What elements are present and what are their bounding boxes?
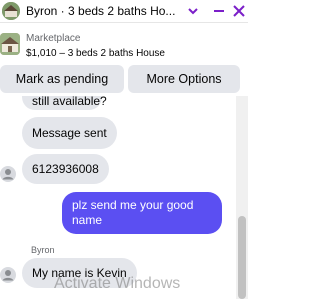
sender-name: Byron xyxy=(31,245,55,255)
marketplace-label: Marketplace xyxy=(26,33,81,44)
more-options-button[interactable]: More Options xyxy=(128,65,240,93)
avatar[interactable] xyxy=(2,2,20,20)
message-bubble: Message sent xyxy=(22,117,117,149)
listing-detail: $1,010 – 3 beds 2 baths House xyxy=(26,48,165,59)
conversation-title[interactable]: Byron · 3 beds 2 baths Ho... xyxy=(26,4,186,18)
message-bubble: still available? xyxy=(22,96,107,110)
scrollbar-thumb[interactable] xyxy=(238,216,246,299)
mark-as-pending-button[interactable]: Mark as pending xyxy=(0,65,124,93)
minimize-icon[interactable] xyxy=(211,3,227,19)
chat-header: Byron · 3 beds 2 baths Ho... xyxy=(0,0,248,23)
message-bubble: 6123936008 xyxy=(22,154,109,184)
listing-summary[interactable]: Marketplace $1,010 – 3 beds 2 baths Hous… xyxy=(0,29,248,63)
user-avatar-icon xyxy=(0,166,16,182)
activation-watermark: Activate Windows xyxy=(54,275,181,292)
outgoing-message-bubble: plz send me your good name xyxy=(62,192,222,234)
message-thread[interactable]: still available? Message sent 6123936008… xyxy=(0,96,248,299)
user-avatar-icon xyxy=(0,267,16,283)
chevron-down-icon[interactable] xyxy=(187,5,199,17)
scrollbar[interactable] xyxy=(236,96,248,299)
close-icon[interactable] xyxy=(231,3,247,19)
listing-thumbnail xyxy=(0,33,20,55)
